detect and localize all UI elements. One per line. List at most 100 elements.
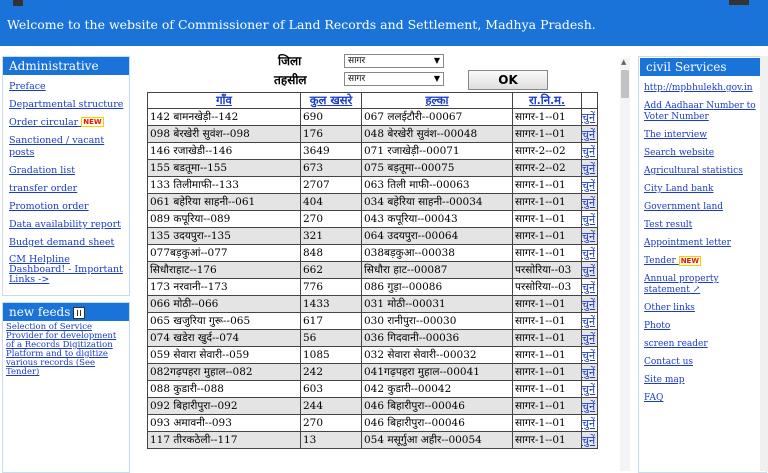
choose-link[interactable]: चुनें (581, 346, 598, 364)
choose-link[interactable]: चुनें (581, 363, 598, 381)
link-agri-stats-label: Agricultural statistics (644, 166, 743, 176)
choose-link[interactable]: चुनें (581, 210, 598, 228)
cell-khasra: 1085 (300, 346, 362, 364)
choose-link[interactable]: चुनें (581, 278, 598, 296)
table-header-row: गाँव कुल खसरे हल्का रा.नि.म. (147, 92, 598, 109)
choose-link[interactable]: चुनें (581, 312, 598, 330)
cell-rnm: परसोरिया--03 (512, 261, 582, 279)
page-scrollbar[interactable] (760, 56, 768, 471)
cell-village: 065 खजुरिया गुरू--065 (147, 312, 301, 330)
link-photo[interactable]: Photo (644, 321, 766, 332)
link-tender-label: Tender (644, 256, 676, 266)
link-screen-reader-label: screen reader (644, 339, 708, 349)
civil-services-links: http://mpbhulekh.gov.in Add Aadhaar Numbe… (639, 83, 766, 404)
cell-village: 088 कुडारी--088 (147, 380, 301, 398)
choose-link[interactable]: चुनें (581, 108, 598, 126)
link-aadhaar-voter[interactable]: Add Aadhaar Number to Voter Number (644, 101, 766, 123)
cell-rnm: सागर-1--01 (512, 397, 582, 415)
choose-link[interactable]: चुनें (581, 142, 598, 160)
choose-link[interactable]: चुनें (581, 261, 598, 279)
link-cm-helpline[interactable]: CM Helpline Dashboard! - Important Links… (9, 255, 129, 285)
left-sidebar: Administrative Preface Departmental stru… (0, 56, 131, 473)
link-order-circular[interactable]: Order circular NEW (9, 117, 129, 129)
link-tender[interactable]: Tender NEW (644, 256, 766, 267)
choose-link[interactable]: चुनें (581, 414, 598, 432)
cell-halka: 046 बिहारीपुरा--00046 (361, 397, 513, 415)
link-screen-reader[interactable]: screen reader (644, 339, 766, 350)
choose-link[interactable]: चुनें (581, 176, 598, 194)
link-other-links-label: Other links (644, 303, 695, 313)
choose-link[interactable]: चुनें (581, 227, 598, 245)
content-scrollbar[interactable]: ▲ (620, 58, 630, 471)
link-appointment-letter[interactable]: Appointment letter (644, 238, 766, 249)
cell-rnm: सागर-1--01 (512, 295, 582, 313)
choose-link[interactable]: चुनें (581, 193, 598, 211)
cell-rnm: सागर-2--02 (512, 159, 582, 177)
news-title: new feeds (9, 305, 71, 319)
cell-halka: 034 बहेरिया साहनी--00034 (361, 193, 513, 211)
news-item[interactable]: Selection of Service Provider for develo… (3, 321, 129, 379)
link-transfer-order[interactable]: transfer order (9, 183, 129, 195)
link-city-land-bank[interactable]: City Land bank (644, 184, 766, 195)
cell-halka: सिधौरा हाट--00087 (361, 261, 513, 279)
cell-halka: 043 कपूरिया--00043 (361, 210, 513, 228)
choose-link[interactable]: चुनें (581, 380, 598, 398)
cell-rnm: सागर-1--01 (512, 329, 582, 347)
cell-village: 082गढ़पहरा मुहाल--082 (147, 363, 301, 381)
link-search-website[interactable]: Search website (644, 148, 766, 159)
link-photo-label: Photo (644, 321, 671, 331)
choose-link[interactable]: चुनें (581, 125, 598, 143)
cell-village: 077बड़कुआं--077 (147, 244, 301, 262)
link-test-result[interactable]: Test result (644, 220, 766, 231)
choose-link[interactable]: चुनें (581, 159, 598, 177)
link-annual-property[interactable]: Annual property statement ↗ (644, 274, 766, 296)
administrative-panel: Administrative Preface Departmental stru… (2, 56, 130, 296)
cell-village: 066 मोठी--066 (147, 295, 301, 313)
column-header-rnm[interactable]: रा.नि.म. (512, 92, 582, 109)
cell-village: 061 बहेरिया साहनी--061 (147, 193, 301, 211)
link-faq[interactable]: FAQ (644, 393, 766, 404)
link-annual-property-label: Annual property statement (644, 274, 719, 295)
ok-button[interactable]: OK (468, 70, 548, 90)
choose-link[interactable]: चुनें (581, 295, 598, 313)
pause-icon[interactable] (73, 306, 86, 319)
link-sanctioned-posts[interactable]: Sanctioned / vacant posts (9, 135, 129, 159)
link-budget-demand[interactable]: Budget demand sheet (9, 237, 129, 249)
district-label: जिला (278, 54, 302, 68)
scrollbar-thumb[interactable] (621, 70, 629, 98)
choose-link[interactable]: चुनें (581, 329, 598, 347)
cell-halka: 036 गिदवानी--00036 (361, 329, 513, 347)
table-row: सिधौराहाट--176 662 सिधौरा हाट--00087 परसोरि… (147, 261, 598, 279)
table-body: 142 बामनखेड़ी--142 690 067 ललईटौरी--00067 स… (147, 108, 598, 449)
link-agri-stats[interactable]: Agricultural statistics (644, 166, 766, 177)
link-mpbhulekh[interactable]: http://mpbhulekh.gov.in (644, 83, 766, 94)
cell-village: 059 सेवारा सेवारी--059 (147, 346, 301, 364)
cell-khasra: 13 (300, 431, 362, 449)
link-government-land[interactable]: Government land (644, 202, 766, 213)
link-interview[interactable]: The interview (644, 130, 766, 141)
choose-link[interactable]: चुनें (581, 431, 598, 449)
choose-link[interactable]: चुनें (581, 244, 598, 262)
scroll-up-icon[interactable]: ▲ (621, 58, 626, 66)
link-site-map[interactable]: Site map (644, 375, 766, 386)
table-row: 092 बिहारीपुरा--092 244 046 बिहारीपुरा--00… (147, 397, 598, 415)
link-other-links[interactable]: Other links (644, 303, 766, 314)
cell-khasra: 56 (300, 329, 362, 347)
column-header-village[interactable]: गाँव (147, 92, 301, 109)
link-test-result-label: Test result (644, 220, 693, 230)
cell-khasra: 244 (300, 397, 362, 415)
link-data-availability[interactable]: Data availability report (9, 219, 129, 231)
civil-services-title: civil Services (640, 58, 765, 76)
administrative-links: Preface Departmental structure Order cir… (3, 81, 129, 285)
link-preface[interactable]: Preface (9, 81, 129, 93)
district-select[interactable]: सागर ▼ (344, 54, 444, 68)
column-header-halka[interactable]: हल्का (361, 92, 513, 109)
link-promotion-order[interactable]: Promotion order (9, 201, 129, 213)
choose-link[interactable]: चुनें (581, 397, 598, 415)
tehsil-select[interactable]: सागर ▼ (344, 72, 444, 86)
link-order-circular-label: Order circular (9, 117, 79, 128)
link-contact-us[interactable]: Contact us (644, 357, 766, 368)
link-departmental-structure[interactable]: Departmental structure (9, 99, 129, 111)
link-gradation-list[interactable]: Gradation list (9, 165, 129, 177)
column-header-khasra[interactable]: कुल खसरे (300, 92, 362, 109)
